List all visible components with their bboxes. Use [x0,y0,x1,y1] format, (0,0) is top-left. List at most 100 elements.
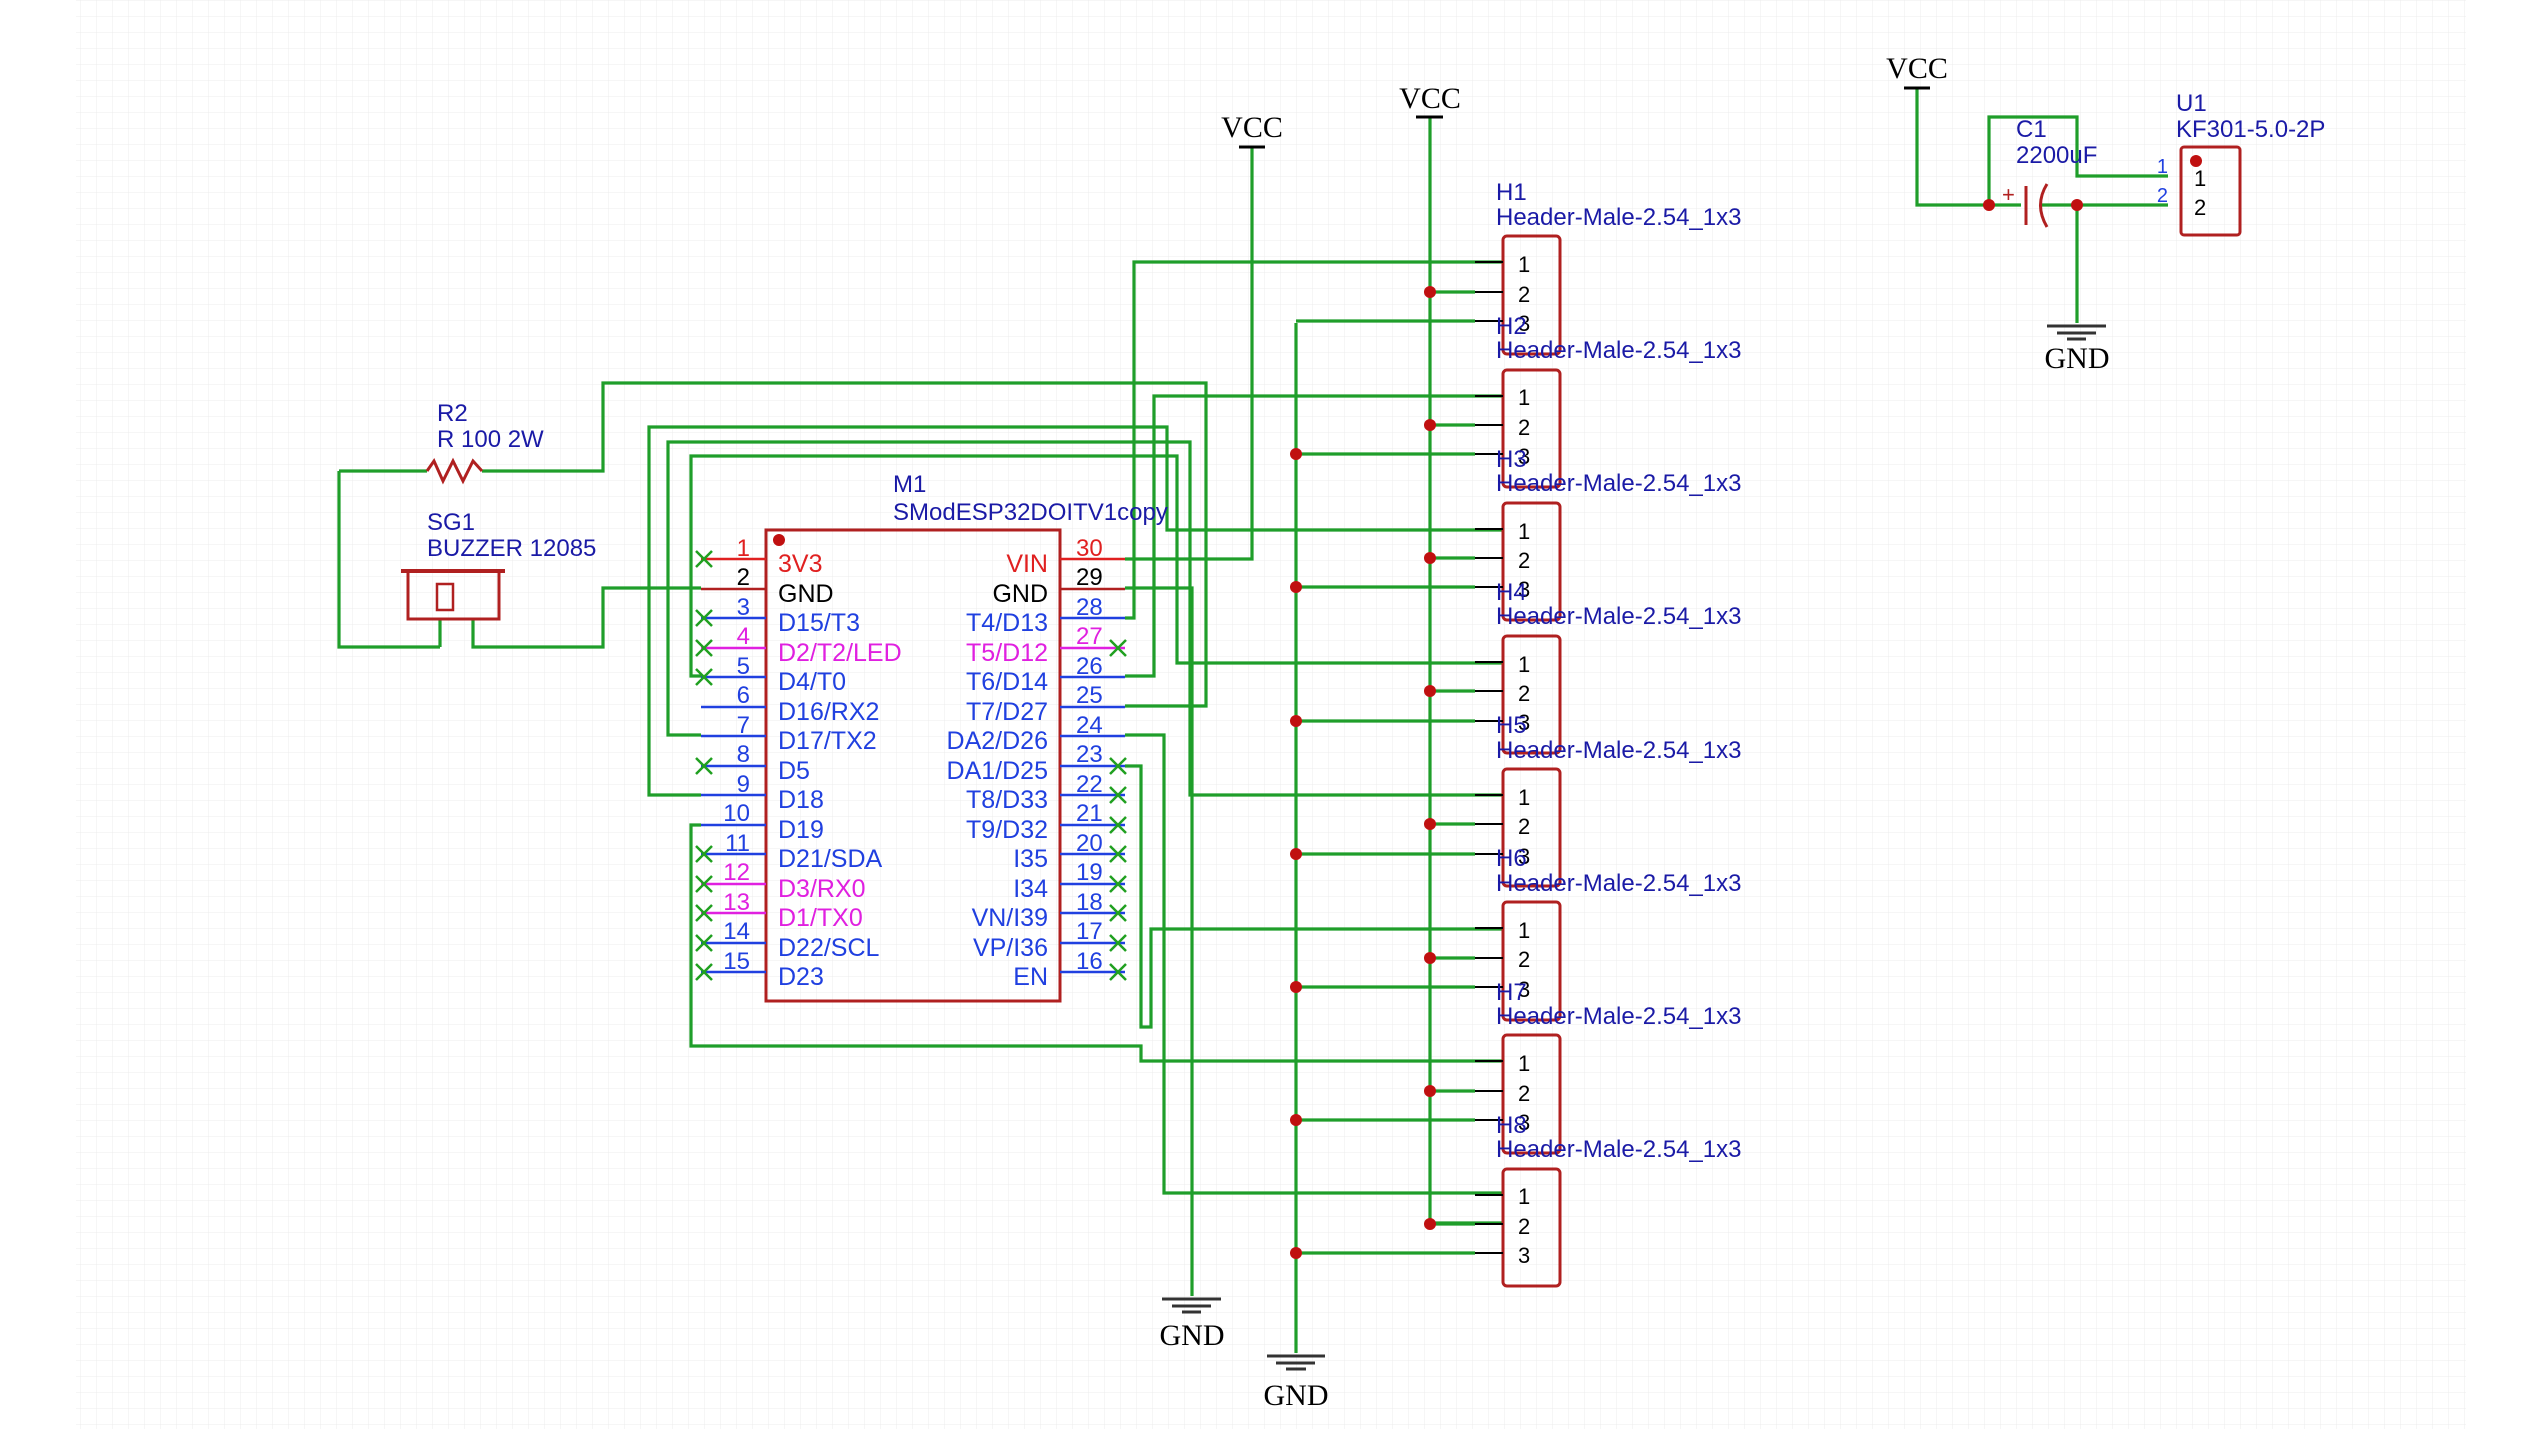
junction-dot [1424,1085,1436,1097]
pin-number: 9 [737,771,750,798]
header-pin-number: 1 [1518,385,1530,410]
junction-dot [2071,199,2083,211]
pin-name: VN/I39 [972,904,1048,932]
pin-name: D15/T3 [778,609,860,637]
junction-dot [1983,199,1995,211]
pin-name: D19 [778,816,824,844]
pin-number: 1 [737,535,750,562]
header-pin-number: 3 [1518,1243,1530,1268]
pin-name: T7/D27 [966,698,1048,726]
pin-number: 29 [1076,564,1103,591]
pin-number: 25 [1076,682,1103,709]
vcc-label: VCC [1399,82,1461,115]
header-pin-number: 1 [1518,1051,1530,1076]
pin-name: D21/SDA [778,845,883,873]
pin-number: 3 [737,594,750,621]
m1-value: SModESP32DOITV1copy [893,499,1168,526]
schematic-canvas[interactable]: M1SModESP32DOITV1copy 1 3V3 2 GND 3 D15/T3 4 D2/… [0,0,2535,1429]
pin-number: 6 [737,682,750,709]
sg1-value: BUZZER 12085 [427,535,596,562]
pin-name: T6/D14 [966,668,1048,696]
pin-number: 26 [1076,653,1103,680]
pin-number: 10 [723,800,750,827]
u1-pin-number: 2 [2157,185,2168,207]
header-pin-number: 2 [1518,1214,1530,1239]
pin-name: GND [992,580,1048,608]
junction-dot [1290,1114,1302,1126]
junction-dot [1424,818,1436,830]
pin-name: GND [778,580,834,608]
u1-pin-label: 1 [2194,166,2206,191]
header-ref: H3 [1496,446,1527,473]
header-pin-number: 1 [1518,918,1530,943]
header-ref: H1 [1496,179,1527,206]
pin-number: 16 [1076,948,1103,975]
pin-name: D18 [778,786,824,814]
gnd-label: GND [1264,1379,1329,1412]
header-ref: H5 [1496,712,1527,739]
pin-name: T9/D32 [966,816,1048,844]
pin-number: 13 [723,889,750,916]
header-value: Header-Male-2.54_1x3 [1496,870,1741,897]
junction-dot [1424,1218,1436,1230]
u1-ref: U1 [2176,90,2207,117]
c1-value: 2200uF [2016,142,2097,169]
header-ref: H2 [1496,313,1527,340]
u1-pin-label: 2 [2194,195,2206,220]
header-ref: H8 [1496,1112,1527,1139]
pin-name: DA2/D26 [947,727,1048,755]
pin-name: D17/TX2 [778,727,877,755]
capacitor-plus-sign: + [2002,182,2015,207]
pin-name: T5/D12 [966,639,1048,667]
pin-name: D1/TX0 [778,904,863,932]
header-pin-number: 2 [1518,681,1530,706]
pin-name: D23 [778,963,824,991]
junction-dot [773,534,785,546]
header-pin-number: 1 [1518,252,1530,277]
pin-number: 2 [737,564,750,591]
header-pin-number: 2 [1518,814,1530,839]
header-pin-number: 1 [1518,785,1530,810]
pin-name: D4/T0 [778,668,846,696]
junction-dot [1424,685,1436,697]
u1-value: KF301-5.0-2P [2176,116,2325,143]
pin-name: VP/I36 [973,934,1048,962]
pin-name: T8/D33 [966,786,1048,814]
grid-background [76,0,2466,1429]
header-pin-number: 2 [1518,548,1530,573]
c1-ref: C1 [2016,116,2047,143]
pin-name: 3V3 [778,550,822,578]
pin-name: EN [1013,963,1048,991]
gnd-label: GND [1160,1319,1225,1352]
junction-dot [1290,715,1302,727]
junction-dot [1290,1247,1302,1259]
pin-number: 17 [1076,918,1103,945]
pin-number: 15 [723,948,750,975]
header-value: Header-Male-2.54_1x3 [1496,470,1741,497]
pin-number: 22 [1076,771,1103,798]
pin-number: 8 [737,741,750,768]
gnd-label: GND [2045,342,2110,375]
pin-name: D2/T2/LED [778,639,902,667]
pin-number: 14 [723,918,750,945]
header-value: Header-Male-2.54_1x3 [1496,603,1741,630]
r2-ref: R2 [437,400,468,427]
header-pin-number: 2 [1518,415,1530,440]
header-value: Header-Male-2.54_1x3 [1496,337,1741,364]
pin-name: D3/RX0 [778,875,866,903]
junction-dot [1290,848,1302,860]
pin-number: 4 [737,623,750,650]
pin-name: D5 [778,757,810,785]
header-pin-number: 2 [1518,282,1530,307]
vcc-label: VCC [1221,111,1283,144]
junction-dot [1290,581,1302,593]
header-value: Header-Male-2.54_1x3 [1496,204,1741,231]
pin-number: 28 [1076,594,1103,621]
pin-name: DA1/D25 [947,757,1048,785]
pin-number: 19 [1076,859,1103,886]
header-ref: H7 [1496,979,1527,1006]
pin-number: 18 [1076,889,1103,916]
junction-dot [1290,448,1302,460]
junction-dot [1290,981,1302,993]
header-pin-number: 2 [1518,1081,1530,1106]
